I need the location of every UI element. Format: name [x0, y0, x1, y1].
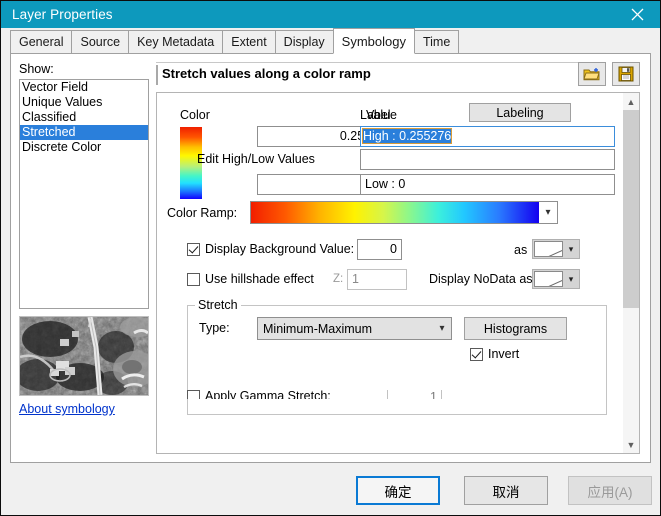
color-ramp-dropdown[interactable]: ▾ [250, 201, 558, 224]
stretch-group-title: Stretch [195, 298, 241, 312]
save-floppy-icon[interactable] [612, 62, 640, 86]
color-ramp-label: Color Ramp: [167, 206, 238, 220]
tab-symbology[interactable]: Symbology [332, 28, 415, 54]
display-background-value-checkbox[interactable] [187, 243, 200, 256]
show-label: Show: [19, 62, 54, 76]
nodata-color-dropdown[interactable]: ▾ [532, 269, 580, 289]
gamma-value-input[interactable]: 1 [387, 390, 442, 399]
about-symbology-link[interactable]: About symbology [19, 402, 115, 416]
labeling-button[interactable]: Labeling [469, 103, 571, 122]
low-label-input[interactable]: Low : 0 [360, 174, 615, 195]
scrollbar-thumb[interactable] [623, 110, 639, 308]
ok-button[interactable]: 确定 [356, 476, 440, 505]
tab-display[interactable]: Display [274, 30, 334, 54]
use-hillshade-checkbox[interactable] [187, 273, 200, 286]
window-title: Layer Properties [12, 7, 113, 22]
chevron-down-icon: ▾ [539, 207, 557, 218]
apply-gamma-stretch-checkbox[interactable] [187, 390, 200, 399]
close-icon[interactable] [615, 1, 660, 28]
show-item-vector-field[interactable]: Vector Field [20, 80, 148, 95]
symbology-scroll-content: Color Value Label Labeling 0.255276 High… [157, 93, 622, 453]
apply-gamma-stretch-label: Apply Gamma Stretch: [205, 390, 331, 399]
apply-button[interactable]: 应用(A) [568, 476, 652, 505]
label-column-header: Label [360, 108, 391, 122]
display-nodata-label: Display NoData as [429, 272, 533, 286]
use-hillshade-label: Use hillshade effect [205, 272, 314, 286]
stretch-type-value: Minimum-Maximum [263, 321, 373, 336]
tab-time[interactable]: Time [413, 30, 460, 54]
cancel-button[interactable]: 取消 [464, 476, 548, 505]
tab-source[interactable]: Source [71, 30, 130, 54]
show-item-stretched[interactable]: Stretched [20, 125, 148, 140]
edit-high-low-label: Edit High/Low Values [197, 152, 315, 166]
tab-key-metadata[interactable]: Key Metadata [128, 30, 224, 54]
invert-label: Invert [488, 347, 520, 361]
tab-general[interactable]: General [10, 30, 73, 54]
heading-divider [156, 62, 578, 63]
dialog-footer: 确定 取消 应用(A) [1, 463, 660, 515]
display-background-value-label: Display Background Value: [205, 242, 355, 256]
tab-strip: General Source Key Metadata Extent Displ… [1, 28, 660, 54]
show-item-discrete-color[interactable]: Discrete Color [20, 140, 148, 155]
invert-checkbox[interactable] [470, 348, 483, 361]
chevron-down-icon: ▾ [568, 273, 574, 284]
show-list[interactable]: Vector Field Unique Values Classified St… [19, 79, 149, 309]
hillshade-z-label: Z: [333, 273, 344, 285]
color-column-header: Color [180, 108, 210, 122]
hillshade-z-input[interactable]: 1 [347, 269, 407, 290]
layer-properties-dialog: Layer Properties General Source Key Meta… [0, 0, 661, 516]
content-heading: Stretch values along a color ramp [156, 65, 371, 85]
layer-preview-thumbnail [19, 316, 149, 396]
histograms-button[interactable]: Histograms [464, 317, 567, 340]
high-label-selected-text: High : 0.255276 [361, 128, 453, 144]
chevron-down-icon: ▾ [568, 243, 574, 254]
mid-label-input[interactable] [360, 149, 615, 170]
symbology-panel: Show: Vector Field Unique Values Classif… [10, 54, 651, 463]
symbology-vertical-scrollbar[interactable]: ▲ ▼ [622, 93, 639, 453]
show-item-classified[interactable]: Classified [20, 110, 148, 125]
content-heading-row: Stretch values along a color ramp [156, 62, 640, 90]
high-label-input[interactable]: High : 0.255276 [360, 126, 615, 147]
background-color-dropdown[interactable]: ▾ [532, 239, 580, 259]
background-as-label: as [514, 243, 528, 257]
apply-gamma-stretch-row[interactable]: Apply Gamma Stretch: 1 [187, 390, 607, 399]
title-bar: Layer Properties [1, 1, 660, 28]
display-background-value-input[interactable]: 0 [357, 239, 402, 260]
open-folder-add-icon[interactable] [578, 62, 606, 86]
show-item-unique-values[interactable]: Unique Values [20, 95, 148, 110]
stretch-type-label: Type: [199, 321, 230, 335]
tab-extent[interactable]: Extent [222, 30, 276, 54]
no-color-swatch-icon [534, 241, 563, 257]
no-color-swatch-icon [534, 271, 563, 287]
stretch-type-dropdown[interactable]: Minimum-Maximum ▾ [257, 317, 452, 340]
chevron-up-icon[interactable]: ▲ [623, 93, 639, 110]
color-ramp-preview [251, 202, 539, 223]
symbology-scroll-container: Color Value Label Labeling 0.255276 High… [156, 92, 640, 454]
chevron-down-icon: ▾ [439, 323, 445, 334]
chevron-down-icon[interactable]: ▼ [623, 436, 639, 453]
